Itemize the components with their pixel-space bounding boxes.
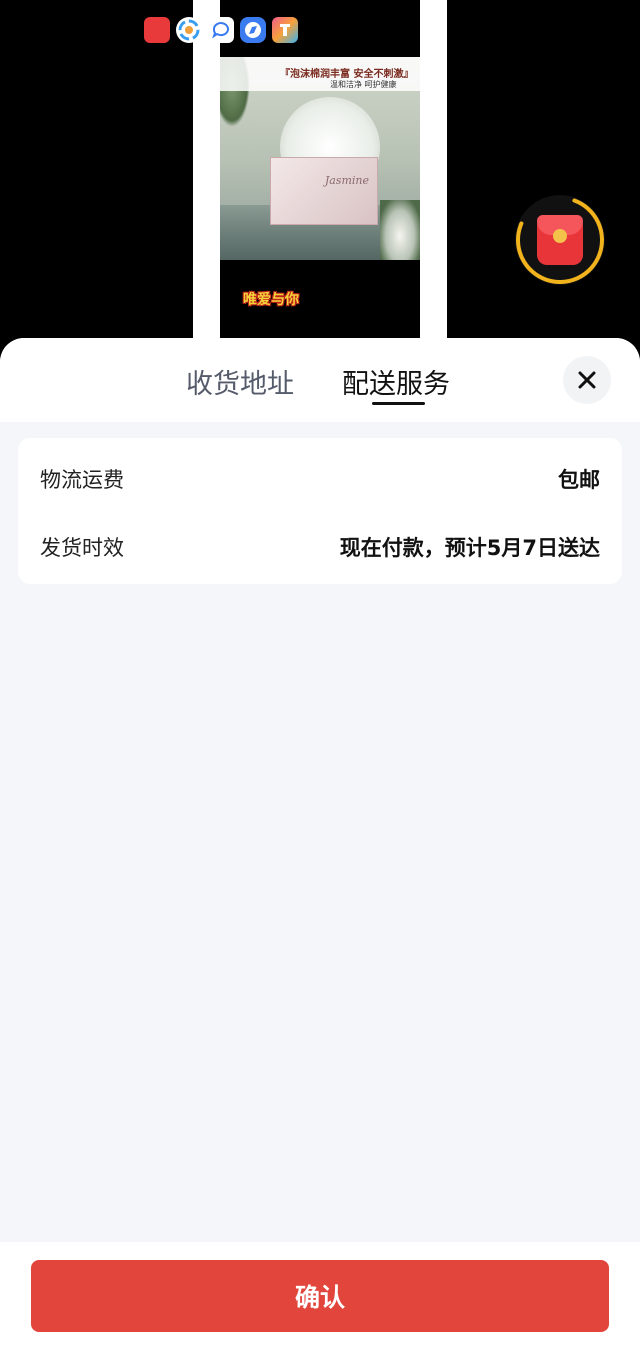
gradient-app-icon [272,17,298,43]
product-video-frame: 『泡沫棉润丰富 安全不刺激』 温和洁净 呵护健康 Jasmine [220,57,420,260]
banner-headline: 『泡沫棉润丰富 安全不刺激』 [280,69,414,80]
shipping-fee-value: 包邮 [558,468,600,492]
video-player[interactable]: 5G 『泡沫棉润丰富 安全不刺激』 温和洁净 呵护健康 Jasmine 唯爱与你 [0,0,640,360]
video-caption: 唯爱与你 [243,292,299,308]
delivery-time-label: 发货时效 [40,536,124,560]
network-label: 5G [421,15,440,29]
red-packet-icon [537,215,583,265]
chat-bubble-icon [208,17,234,43]
delivery-sheet: 收货地址 配送服务 物流运费 包邮 发货时效 现在付款，预计5月7日送达 确认 [0,338,640,1362]
red-packet-widget[interactable] [515,195,605,285]
sheet-footer: 确认 [0,1242,640,1362]
video-left-border [193,0,220,360]
video-right-border [420,0,447,360]
flowers-decoration [380,200,420,260]
active-tab-indicator [372,402,425,405]
shipping-fee-label: 物流运费 [40,468,124,492]
red-app-icon [144,17,170,43]
close-icon [578,371,596,389]
banner-subline: 温和洁净 呵护健康 [330,80,397,89]
signal-bars-icon [421,31,447,44]
product-box: Jasmine [270,157,378,225]
colorful-app-icon [176,17,202,43]
close-button[interactable] [563,356,611,404]
confirm-button[interactable]: 确认 [31,1260,609,1332]
delivery-info-card: 物流运费 包邮 发货时效 现在付款，预计5月7日送达 [18,438,622,584]
tab-delivery-service[interactable]: 配送服务 [342,362,450,401]
product-banner: 『泡沫棉润丰富 安全不刺激』 温和洁净 呵护健康 [220,57,420,91]
sheet-header: 收货地址 配送服务 [0,338,640,422]
product-brand: Jasmine [324,174,369,187]
compass-app-icon [240,17,266,43]
signal-indicator: 5G [421,16,447,44]
delivery-time-value: 现在付款，预计5月7日送达 [339,536,600,560]
status-bar-app-icons [144,17,298,43]
tab-shipping-address[interactable]: 收货地址 [186,362,294,401]
